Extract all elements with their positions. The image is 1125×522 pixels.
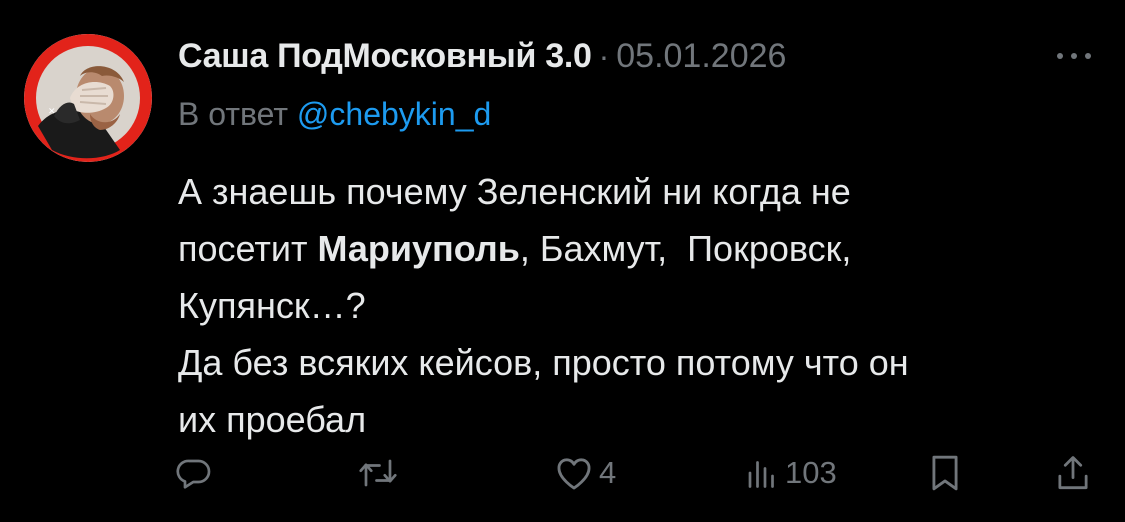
view-count: 103 — [785, 455, 837, 490]
separator-dot: · — [598, 37, 610, 74]
author-display-name[interactable]: Саша ПодМосковный 3.0 — [178, 37, 592, 76]
bookmark-button[interactable] — [928, 445, 962, 501]
share-button[interactable] — [1056, 445, 1090, 501]
facepalm-avatar-icon: ✕ — [24, 34, 152, 162]
tweet-date[interactable]: 05.01.2026 — [616, 37, 786, 76]
bookmark-icon — [932, 455, 958, 491]
action-bar: 4 103 — [0, 445, 1125, 501]
tweet-text-line: Купянск…? — [178, 285, 366, 326]
tweet-text: А знаешь почему Зеленский ни когда не по… — [178, 163, 1098, 448]
tweet-text-bold: Мариуполь — [317, 228, 520, 269]
tweet-text-line: Да без всяких кейсов, просто потому что … — [178, 342, 909, 383]
repost-icon — [359, 459, 397, 487]
reply-mention-link[interactable]: @chebykin_d — [297, 96, 491, 132]
tweet-text-line: А знаешь почему Зеленский ни когда не — [178, 171, 851, 212]
reply-prefix: В ответ — [178, 96, 289, 132]
tweet-text-fragment: посетит — [178, 228, 318, 269]
like-count: 4 — [599, 455, 617, 490]
tweet-text-line: их проебал — [178, 399, 367, 440]
reply-icon — [176, 459, 211, 489]
tweet-text-line: посетит Мариуполь, Бахмут, Покровск, — [178, 220, 1098, 277]
reply-context: В ответ @chebykin_d — [178, 96, 491, 133]
views-button[interactable]: 103 — [745, 445, 837, 501]
share-icon — [1058, 456, 1088, 490]
tweet-header: Саша ПодМосковный 3.0 · 05.01.2026 — [178, 34, 1038, 78]
more-button[interactable] — [1050, 38, 1098, 74]
heart-icon — [557, 458, 591, 490]
more-icon — [1057, 53, 1091, 59]
reply-button[interactable] — [176, 445, 212, 501]
avatar[interactable]: ✕ — [24, 34, 152, 162]
tweet-text-fragment: , Бахмут, Покровск, — [519, 228, 852, 269]
like-button[interactable]: 4 — [555, 445, 616, 501]
views-icon — [748, 461, 774, 488]
tweet[interactable]: ✕ Саша ПодМосковный 3.0 · 05.01.2026 В о… — [0, 0, 1125, 522]
svg-text:✕: ✕ — [48, 107, 56, 117]
repost-button[interactable] — [358, 445, 398, 501]
